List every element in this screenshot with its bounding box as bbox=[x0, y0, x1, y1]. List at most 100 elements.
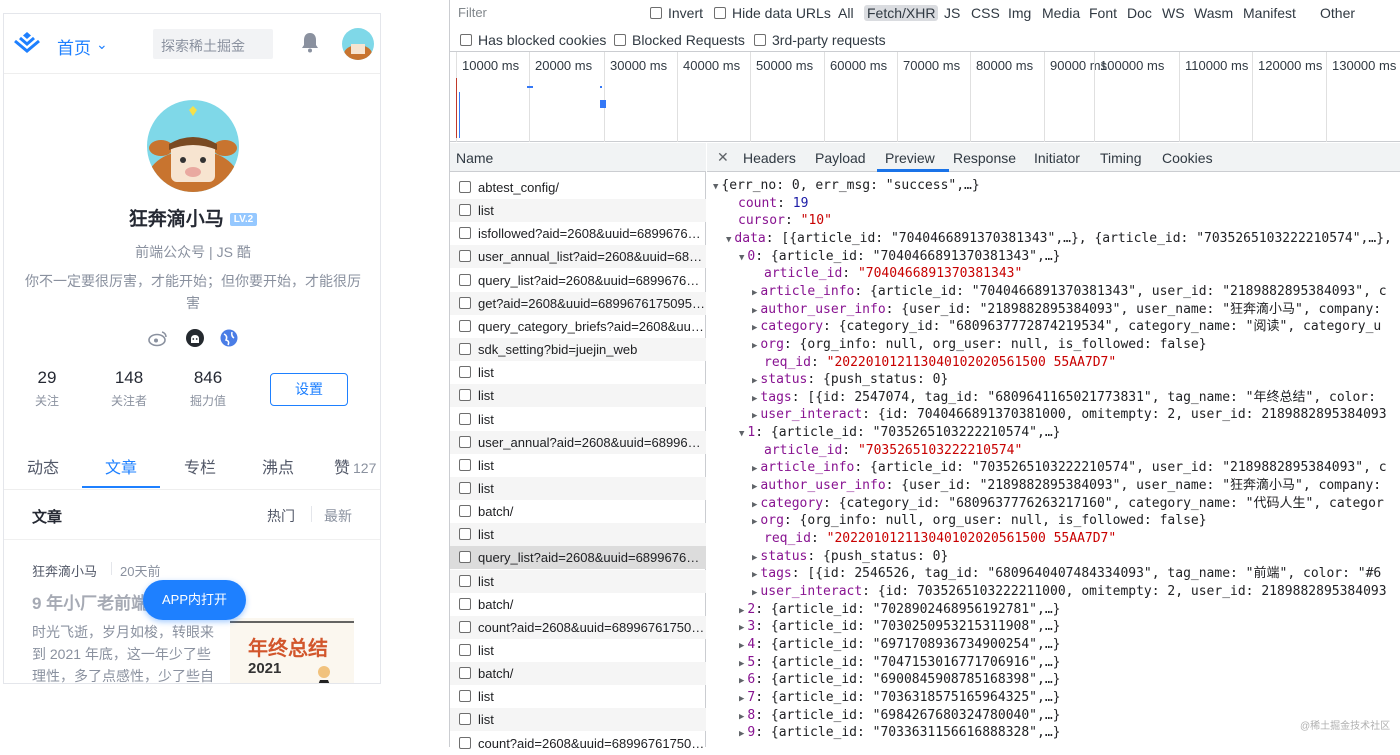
expanded-triangle-icon[interactable]: ▼ bbox=[726, 235, 731, 245]
request-row-checkbox[interactable] bbox=[459, 366, 471, 379]
json-line[interactable]: ▶ org: {org_info: null, org_user: null, i… bbox=[752, 512, 1207, 529]
sort-newest[interactable]: 最新 bbox=[324, 506, 352, 526]
collapsed-triangle-icon[interactable]: ▶ bbox=[752, 394, 757, 404]
collapsed-triangle-icon[interactable]: ▶ bbox=[752, 517, 757, 527]
request-row-checkbox[interactable] bbox=[459, 204, 471, 217]
json-line[interactable]: ▶ 5: {article_id: "7047153016771706916",…… bbox=[739, 654, 1061, 671]
request-row[interactable]: list bbox=[450, 408, 706, 431]
json-line[interactable]: ▶ category: {category_id: "68096377762632… bbox=[752, 495, 1384, 512]
has-blocked-cookies-checkbox[interactable]: Has blocked cookies bbox=[460, 32, 606, 48]
request-row[interactable]: user_annual?aid=2608&uuid=68996761750... bbox=[450, 430, 706, 454]
collapsed-triangle-icon[interactable]: ▶ bbox=[739, 694, 744, 704]
json-line[interactable]: ▶ status: {push_status: 0} bbox=[752, 371, 948, 388]
collapsed-triangle-icon[interactable]: ▶ bbox=[739, 712, 744, 722]
request-row[interactable]: list bbox=[450, 523, 706, 547]
json-line[interactable]: ▶ user_interact: {id: 7040466891370381000… bbox=[752, 406, 1387, 423]
hide-data-urls-checkbox[interactable]: Hide data URLs bbox=[714, 5, 831, 21]
json-line[interactable]: ▶ status: {push_status: 0} bbox=[752, 548, 948, 565]
type-filter-js[interactable]: JS bbox=[944, 5, 960, 21]
tab-columns[interactable]: 专栏 bbox=[184, 454, 216, 478]
nav-home-label[interactable]: 首页 bbox=[57, 34, 91, 59]
request-row[interactable]: list bbox=[450, 454, 706, 477]
collapsed-triangle-icon[interactable]: ▶ bbox=[739, 606, 744, 616]
request-row-checkbox[interactable] bbox=[459, 505, 471, 518]
tab-likes[interactable]: 赞 127 bbox=[334, 454, 376, 478]
weibo-icon[interactable] bbox=[148, 328, 168, 348]
tab-response[interactable]: Response bbox=[953, 150, 1016, 166]
json-line[interactable]: ▶ org: {org_info: null, org_user: null, i… bbox=[752, 336, 1207, 353]
request-row-checkbox[interactable] bbox=[459, 713, 471, 726]
invert-checkbox-box[interactable] bbox=[650, 7, 662, 19]
request-row[interactable]: list bbox=[450, 361, 706, 384]
open-in-app-button[interactable]: APP内打开 bbox=[143, 580, 246, 620]
request-row-checkbox[interactable] bbox=[459, 528, 471, 541]
juejin-logo-icon[interactable] bbox=[12, 30, 42, 56]
stat-followers[interactable]: 148 关注者 bbox=[89, 368, 169, 409]
json-line[interactable]: ▼ 0: {article_id: "7040466891370381343",…… bbox=[739, 248, 1061, 265]
close-icon[interactable]: ✕ bbox=[717, 149, 729, 166]
request-row[interactable]: abtest_config/ bbox=[450, 176, 706, 199]
json-line[interactable]: ▼ {err_no: 0, err_msg: "success",…} bbox=[713, 177, 980, 194]
collapsed-triangle-icon[interactable]: ▶ bbox=[739, 641, 744, 651]
request-row-checkbox[interactable] bbox=[459, 296, 471, 309]
request-row[interactable]: count?aid=2608&uuid=689967617509517... bbox=[450, 615, 706, 639]
request-row-checkbox[interactable] bbox=[459, 481, 471, 494]
request-row-checkbox[interactable] bbox=[459, 551, 471, 564]
chevron-down-icon[interactable]: ⌄ bbox=[96, 36, 108, 53]
json-line[interactable]: ▶ author_user_info: {user_id: "2189882895… bbox=[752, 301, 1381, 318]
json-line[interactable]: ▶ 8: {article_id: "6984267680324780040",…… bbox=[739, 707, 1061, 724]
type-filter-media[interactable]: Media bbox=[1042, 5, 1080, 21]
request-row-checkbox[interactable] bbox=[459, 644, 471, 656]
tab-cookies[interactable]: Cookies bbox=[1162, 150, 1213, 166]
collapsed-triangle-icon[interactable]: ▶ bbox=[752, 464, 757, 474]
json-line[interactable]: ▶ 6: {article_id: "6900845908785168398",…… bbox=[739, 671, 1061, 688]
json-line[interactable]: ▶ 7: {article_id: "7036318575165964325",…… bbox=[739, 689, 1061, 706]
collapsed-triangle-icon[interactable]: ▶ bbox=[752, 288, 757, 298]
json-line[interactable]: ▼ 1: {article_id: "7035265103222210574",…… bbox=[739, 424, 1061, 441]
request-row-checkbox[interactable] bbox=[459, 667, 471, 680]
tab-pins[interactable]: 沸点 bbox=[262, 454, 294, 478]
type-filter-fetch-xhr[interactable]: Fetch/XHR bbox=[864, 5, 939, 21]
request-row[interactable]: list bbox=[450, 384, 706, 408]
has-blocked-cookies-box[interactable] bbox=[460, 34, 472, 46]
expanded-triangle-icon[interactable]: ▼ bbox=[713, 182, 718, 192]
request-row[interactable]: user_annual_list?aid=2608&uuid=6899676..… bbox=[450, 245, 706, 269]
request-row-checkbox[interactable] bbox=[459, 181, 471, 193]
tab-timing[interactable]: Timing bbox=[1100, 150, 1142, 166]
type-filter-img[interactable]: Img bbox=[1008, 5, 1031, 21]
collapsed-triangle-icon[interactable]: ▶ bbox=[752, 323, 757, 333]
json-line[interactable]: ▶ author_user_info: {user_id: "2189882895… bbox=[752, 477, 1381, 494]
name-column-header[interactable]: Name bbox=[450, 143, 706, 172]
sort-hot[interactable]: 热门 bbox=[267, 506, 295, 526]
collapsed-triangle-icon[interactable]: ▶ bbox=[752, 411, 757, 421]
request-row-checkbox[interactable] bbox=[459, 620, 471, 633]
request-row-checkbox[interactable] bbox=[459, 227, 471, 240]
article-author[interactable]: 狂奔滴小马 bbox=[32, 561, 97, 580]
blocked-requests-box[interactable] bbox=[614, 34, 626, 46]
third-party-box[interactable] bbox=[754, 34, 766, 46]
collapsed-triangle-icon[interactable]: ▶ bbox=[752, 588, 757, 598]
collapsed-triangle-icon[interactable]: ▶ bbox=[752, 482, 757, 492]
collapsed-triangle-icon[interactable]: ▶ bbox=[752, 306, 757, 316]
request-row-checkbox[interactable] bbox=[459, 690, 471, 703]
tab-articles[interactable]: 文章 bbox=[105, 454, 137, 478]
collapsed-triangle-icon[interactable]: ▶ bbox=[752, 570, 757, 580]
request-row[interactable]: isfollowed?aid=2608&uuid=6899676175095..… bbox=[450, 222, 706, 245]
request-row-checkbox[interactable] bbox=[459, 389, 471, 402]
json-line[interactable]: ▶ 9: {article_id: "7033631156616888328",…… bbox=[739, 724, 1061, 741]
type-filter-other[interactable]: Other bbox=[1320, 5, 1355, 21]
request-row[interactable]: batch/ bbox=[450, 662, 706, 686]
request-row[interactable]: sdk_setting?bid=juejin_web bbox=[450, 338, 706, 362]
json-line[interactable]: ▶ 3: {article_id: "7030250953215311908",…… bbox=[739, 618, 1061, 635]
json-line[interactable]: ▶ user_interact: {id: 7035265103222211000… bbox=[752, 583, 1387, 600]
invert-checkbox[interactable]: Invert bbox=[650, 5, 703, 21]
json-line[interactable]: ▼ data: [{article_id: "704046689137038134… bbox=[726, 230, 1392, 247]
collapsed-triangle-icon[interactable]: ▶ bbox=[752, 341, 757, 351]
request-row[interactable]: list bbox=[450, 569, 706, 593]
request-row-checkbox[interactable] bbox=[459, 435, 471, 448]
search-input[interactable]: 探索稀土掘金 bbox=[153, 29, 273, 59]
json-line[interactable]: ▶ 2: {article_id: "7028902468956192781",…… bbox=[739, 601, 1061, 618]
tab-preview[interactable]: Preview bbox=[885, 150, 935, 166]
request-row[interactable]: query_list?aid=2608&uuid=68996761750... bbox=[450, 546, 706, 570]
expanded-triangle-icon[interactable]: ▼ bbox=[739, 253, 744, 263]
